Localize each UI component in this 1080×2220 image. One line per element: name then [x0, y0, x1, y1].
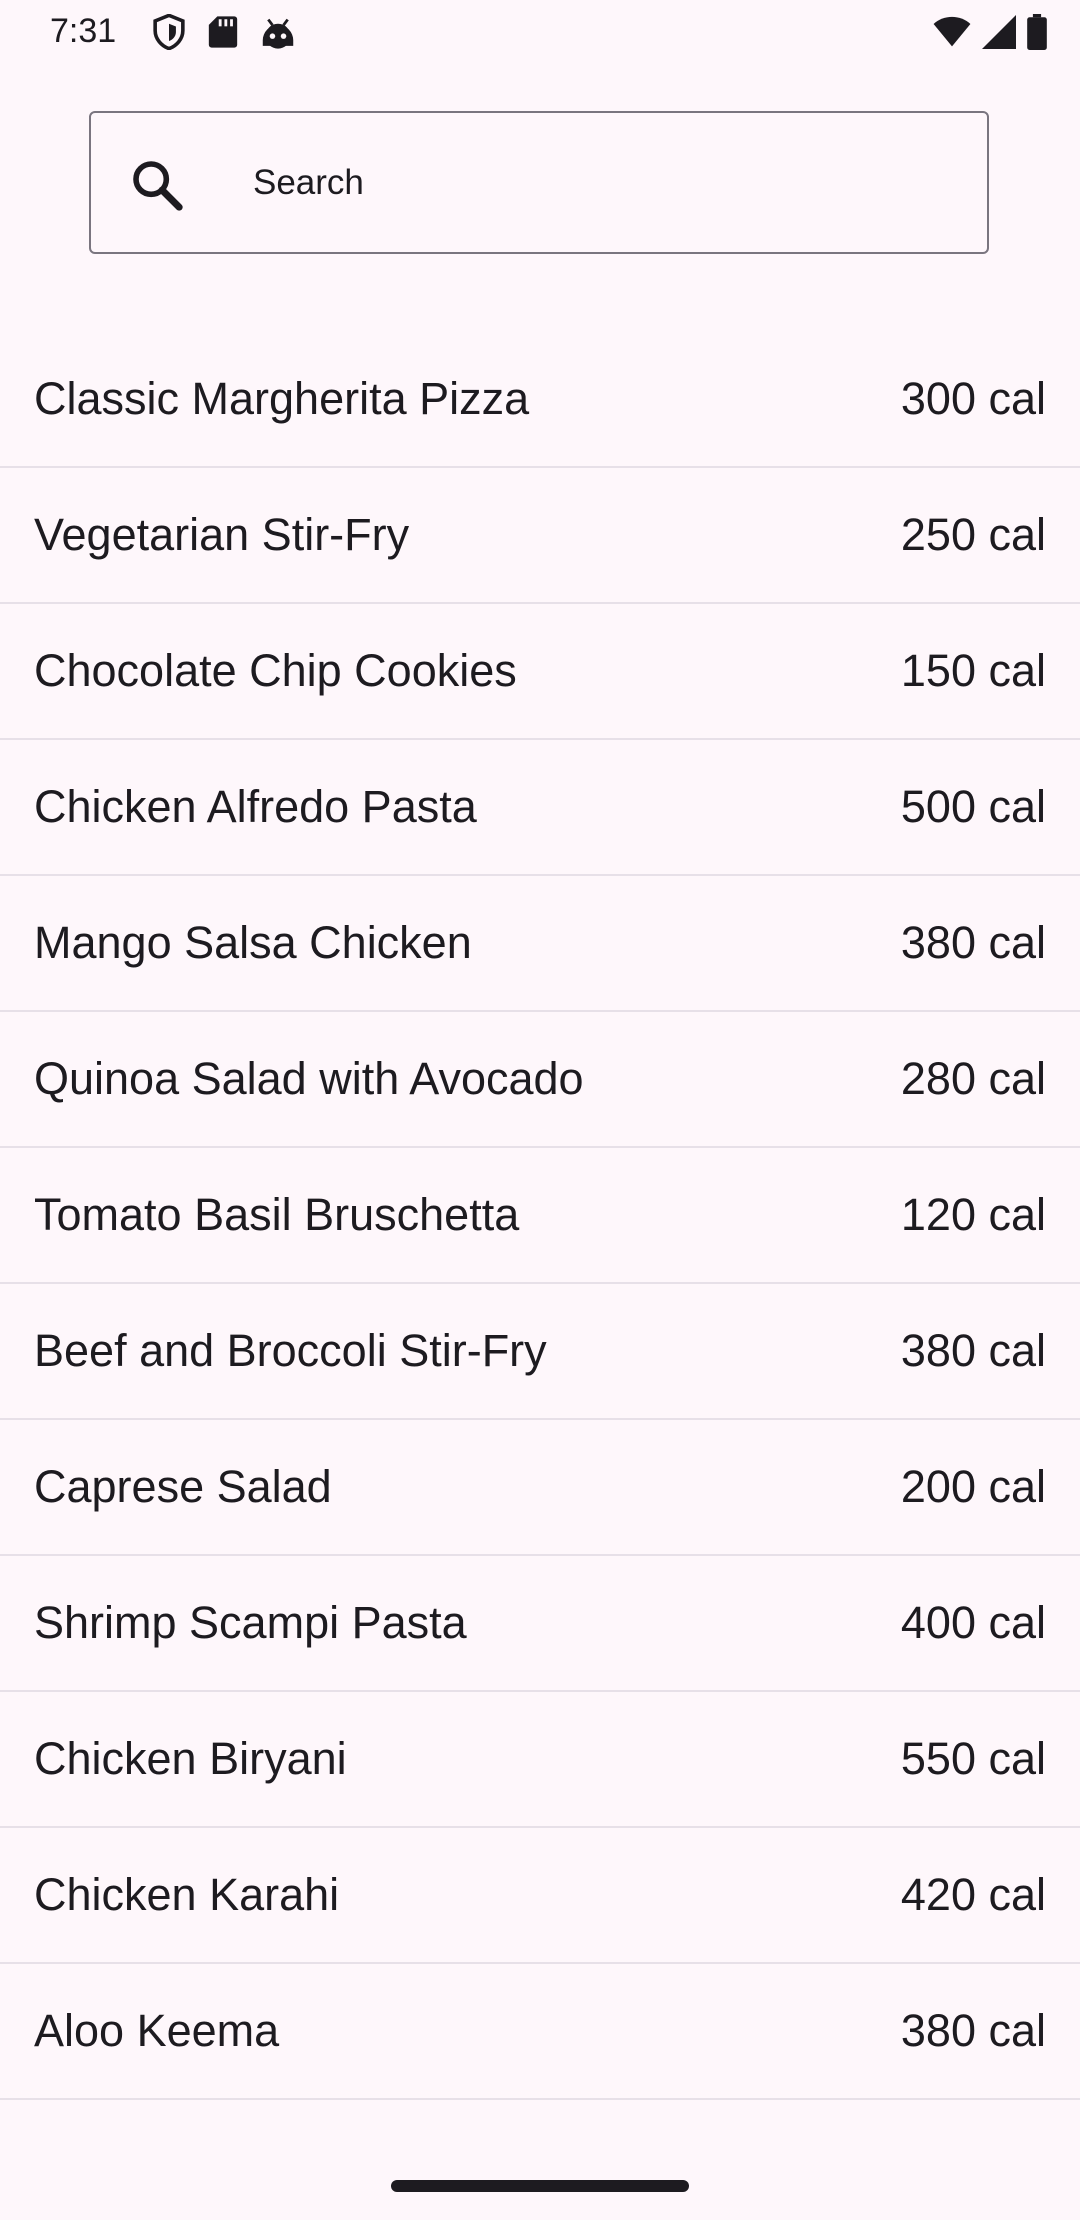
status-time: 7:31: [50, 12, 117, 50]
recipe-list-item[interactable]: Chicken Karahi 420 cal: [0, 1828, 1080, 1964]
search-input[interactable]: [253, 143, 953, 223]
recipe-list-item[interactable]: Classic Margherita Pizza 300 cal: [0, 332, 1080, 468]
search-icon: [129, 157, 185, 213]
recipe-name: Classic Margherita Pizza: [34, 373, 530, 424]
recipe-name: Chicken Alfredo Pasta: [34, 781, 477, 832]
recipe-calories: 150 cal: [900, 645, 1046, 696]
status-bar: 7:31: [0, 0, 1080, 66]
android-robot-icon: [260, 15, 296, 54]
recipe-name: Aloo Keema: [34, 2005, 280, 2056]
battery-icon: [1026, 14, 1048, 55]
gesture-nav-handle[interactable]: [391, 2180, 689, 2192]
recipe-calories: 120 cal: [900, 1189, 1046, 1240]
recipe-list-item[interactable]: Beef and Broccoli Stir-Fry 380 cal: [0, 1284, 1080, 1420]
recipe-list-item[interactable]: Chicken Biryani 550 cal: [0, 1692, 1080, 1828]
shield-icon: [152, 13, 186, 55]
status-left-icons: [152, 13, 296, 55]
recipe-name: Vegetarian Stir-Fry: [34, 509, 410, 560]
recipe-list-item[interactable]: Quinoa Salad with Avocado 280 cal: [0, 1012, 1080, 1148]
recipe-calories: 200 cal: [900, 1461, 1046, 1512]
recipe-calories: 380 cal: [900, 2005, 1046, 2056]
cellular-signal-icon: [982, 15, 1016, 54]
recipe-calories: 420 cal: [900, 1869, 1046, 1920]
recipe-name: Shrimp Scampi Pasta: [34, 1597, 467, 1648]
recipe-calories: 500 cal: [900, 781, 1046, 832]
wifi-icon: [932, 16, 972, 53]
recipe-list-item[interactable]: Shrimp Scampi Pasta 400 cal: [0, 1556, 1080, 1692]
recipe-name: Quinoa Salad with Avocado: [34, 1053, 584, 1104]
status-right-icons: [932, 14, 1048, 55]
recipe-list-item[interactable]: Chocolate Chip Cookies 150 cal: [0, 604, 1080, 740]
recipe-name: Chocolate Chip Cookies: [34, 645, 517, 696]
recipe-calories: 300 cal: [900, 373, 1046, 424]
recipe-calories: 380 cal: [900, 1325, 1046, 1376]
recipe-name: Beef and Broccoli Stir-Fry: [34, 1325, 547, 1376]
recipe-list-item[interactable]: Caprese Salad 200 cal: [0, 1420, 1080, 1556]
sd-card-icon: [208, 15, 238, 54]
recipe-calories: 250 cal: [900, 509, 1046, 560]
search-field[interactable]: [89, 111, 989, 254]
recipe-list-item[interactable]: Chicken Alfredo Pasta 500 cal: [0, 740, 1080, 876]
recipe-name: Tomato Basil Bruschetta: [34, 1189, 520, 1240]
recipe-calories: 280 cal: [900, 1053, 1046, 1104]
recipe-list-item[interactable]: Tomato Basil Bruschetta 120 cal: [0, 1148, 1080, 1284]
recipe-list-item[interactable]: Mango Salsa Chicken 380 cal: [0, 876, 1080, 1012]
recipe-list-item[interactable]: Aloo Keema 380 cal: [0, 1964, 1080, 2100]
recipe-list[interactable]: Classic Margherita Pizza 300 cal Vegetaria…: [0, 332, 1080, 2152]
recipe-calories: 550 cal: [900, 1733, 1046, 1784]
recipe-calories: 400 cal: [900, 1597, 1046, 1648]
recipe-name: Caprese Salad: [34, 1461, 332, 1512]
recipe-list-item[interactable]: Vegetarian Stir-Fry 250 cal: [0, 468, 1080, 604]
recipe-calories: 380 cal: [900, 917, 1046, 968]
recipe-name: Chicken Biryani: [34, 1733, 347, 1784]
recipe-name: Chicken Karahi: [34, 1869, 340, 1920]
recipe-name: Mango Salsa Chicken: [34, 917, 472, 968]
